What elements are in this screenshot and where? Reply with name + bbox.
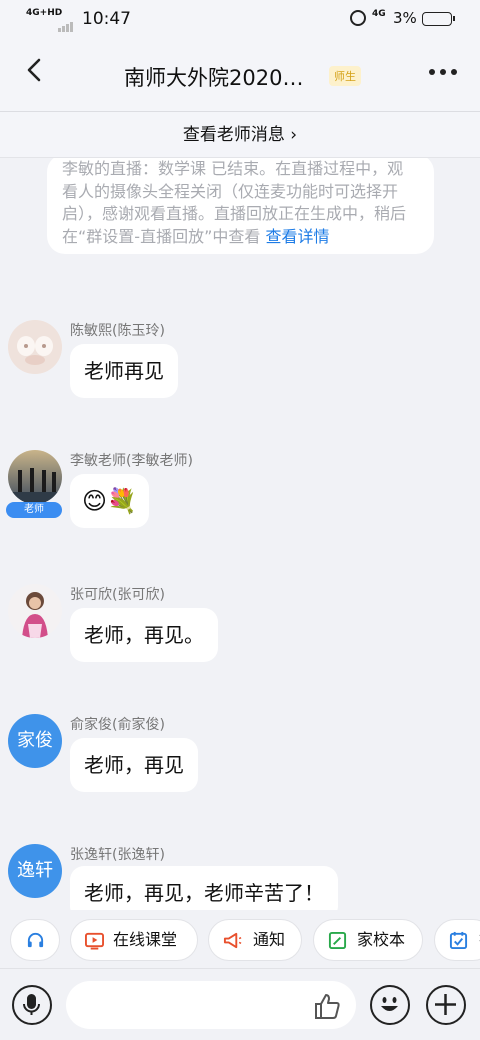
emoji-button[interactable] xyxy=(370,985,410,1025)
chat-list[interactable]: 李敏的直播：数学课 已结束。在直播过程中，观看人的摄像头全程关闭（仅连麦功能时可… xyxy=(0,158,480,910)
sender-name: 李敏老师(李敏老师) xyxy=(70,453,193,469)
network-indicator-2: 4G xyxy=(372,9,386,19)
microphone-icon xyxy=(23,994,40,1015)
notebook-icon xyxy=(328,931,347,950)
home-school-button[interactable]: 家校本 xyxy=(313,919,423,961)
notice-label: 通知 xyxy=(253,930,286,949)
sender-name: 张逸轩(张逸轩) xyxy=(70,847,165,863)
network-indicator: 4G+HD xyxy=(26,8,63,18)
quick-toolbar: 在线课堂 通知 家校本 打 xyxy=(0,910,480,968)
view-details-link[interactable]: 查看详情 xyxy=(265,227,329,246)
plus-icon xyxy=(435,994,456,1015)
headset-button[interactable] xyxy=(10,919,60,961)
thumbs-up-icon[interactable] xyxy=(312,991,342,1021)
home-school-label: 家校本 xyxy=(357,930,406,949)
voice-button[interactable] xyxy=(12,985,52,1025)
avatar-image xyxy=(8,320,62,374)
avatar[interactable]: 家俊 xyxy=(8,714,62,768)
online-class-label: 在线课堂 xyxy=(113,930,178,949)
view-teacher-messages[interactable]: 查看老师消息 › xyxy=(0,112,480,158)
message-bubble[interactable]: 老师再见 xyxy=(70,344,178,398)
system-message-text: 李敏的直播：数学课 已结束。在直播过程中，观看人的摄像头全程关闭（仅连麦功能时可… xyxy=(62,159,407,246)
avatar-image xyxy=(8,450,62,504)
headset-icon xyxy=(27,932,44,948)
notice-button[interactable]: 通知 xyxy=(208,919,302,961)
sender-name: 陈敏熙(陈玉玲) xyxy=(70,323,165,339)
chat-header: 南师大外院2020… 师生 xyxy=(0,38,480,112)
group-title[interactable]: 南师大外院2020… xyxy=(124,62,303,92)
avatar[interactable] xyxy=(8,584,62,638)
group-type-badge: 师生 xyxy=(329,66,361,86)
avatar[interactable]: 逸轩 xyxy=(8,844,62,898)
sender-name: 张可欣(张可欣) xyxy=(70,587,165,603)
more-dots-icon[interactable] xyxy=(428,68,458,76)
status-bar: 4G+HD 10:47 4G 3% xyxy=(0,0,480,38)
message-bubble[interactable]: 老师，再见。 xyxy=(70,608,218,662)
sender-name: 俞家俊(俞家俊) xyxy=(70,717,165,733)
chevron-left-icon[interactable] xyxy=(22,56,50,84)
avatar-image xyxy=(8,584,62,638)
system-message: 李敏的直播：数学课 已结束。在直播过程中，观看人的摄像头全程关闭（仅连麦功能时可… xyxy=(47,158,434,254)
message-bubble[interactable]: 😊💐 xyxy=(70,474,149,528)
message-bubble[interactable]: 老师，再见 xyxy=(70,738,198,792)
teacher-tag: 老师 xyxy=(6,502,62,518)
online-class-button[interactable]: 在线课堂 xyxy=(70,919,198,961)
avatar[interactable] xyxy=(8,320,62,374)
message-bubble[interactable]: 老师，再见，老师辛苦了！ xyxy=(70,866,338,910)
clock: 10:47 xyxy=(82,9,131,29)
alarm-icon xyxy=(350,10,366,26)
battery-percent: 3% xyxy=(393,9,417,27)
add-button[interactable] xyxy=(426,985,466,1025)
calendar-button[interactable]: 打 xyxy=(434,919,480,961)
live-play-icon xyxy=(85,932,104,950)
signal-icon xyxy=(58,13,74,32)
input-bar xyxy=(0,968,480,1040)
emoji-icon xyxy=(381,997,398,1011)
megaphone-icon xyxy=(223,932,242,949)
calendar-check-icon xyxy=(449,931,468,950)
avatar[interactable] xyxy=(8,450,62,504)
battery-icon xyxy=(422,12,455,26)
